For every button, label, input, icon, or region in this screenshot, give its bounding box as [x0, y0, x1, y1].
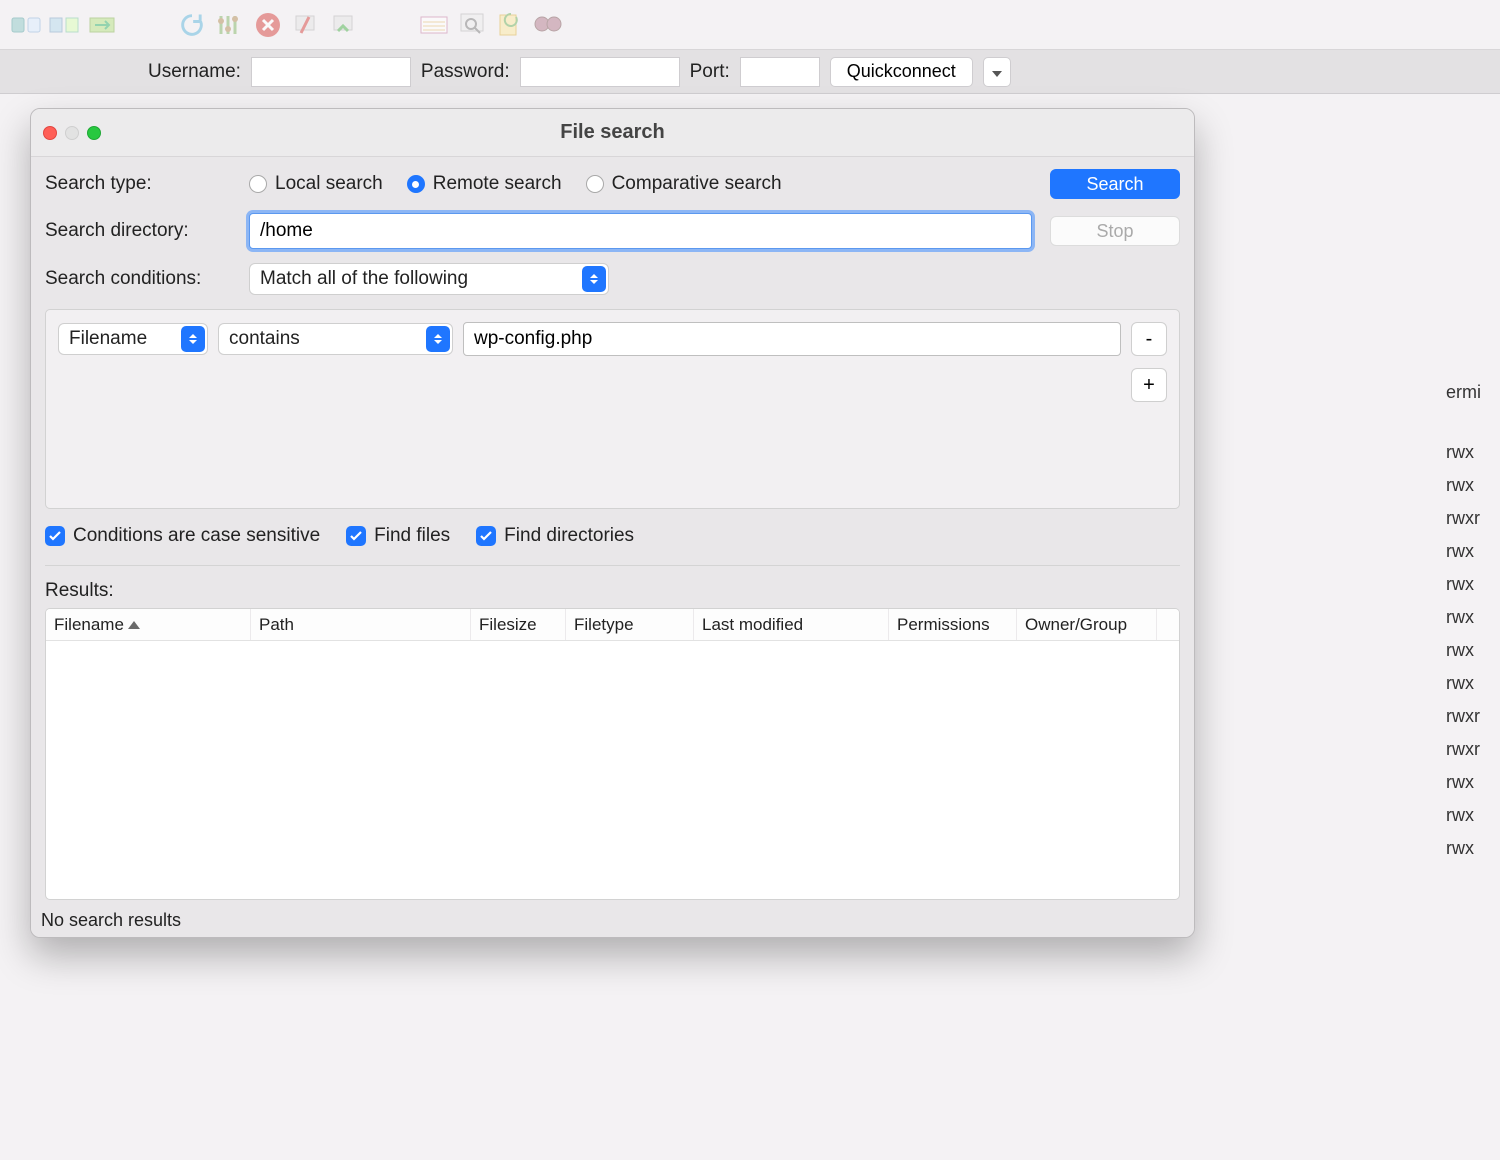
- search-directory-label: Search directory:: [45, 220, 235, 242]
- close-icon[interactable]: [43, 126, 57, 140]
- results-header[interactable]: FilenamePathFilesizeFiletypeLast modifie…: [46, 609, 1179, 641]
- column-filesize[interactable]: Filesize: [471, 609, 566, 640]
- conditions-area: Filename contains - +: [45, 309, 1180, 509]
- radio-comparative-search[interactable]: Comparative search: [586, 173, 782, 195]
- dialog-titlebar[interactable]: File search: [31, 109, 1194, 157]
- column-filetype[interactable]: Filetype: [566, 609, 694, 640]
- search-button[interactable]: Search: [1050, 169, 1180, 199]
- username-input[interactable]: [251, 57, 411, 87]
- port-input[interactable]: [740, 57, 820, 87]
- sync-browse-icon[interactable]: [84, 7, 120, 43]
- compare-icon[interactable]: [46, 7, 82, 43]
- radio-remote-search[interactable]: Remote search: [407, 173, 562, 195]
- quickconnect-bar: Username: Password: Port: Quickconnect: [0, 50, 1500, 94]
- cancel-icon[interactable]: [250, 7, 286, 43]
- minimize-icon[interactable]: [65, 126, 79, 140]
- disconnect-icon[interactable]: [288, 7, 324, 43]
- results-table: FilenamePathFilesizeFiletypeLast modifie…: [45, 608, 1180, 900]
- quickconnect-button[interactable]: Quickconnect: [830, 57, 973, 87]
- sort-asc-icon: [128, 621, 140, 629]
- radio-local-search[interactable]: Local search: [249, 173, 383, 195]
- match-mode-select[interactable]: Match all of the following: [249, 263, 609, 295]
- status-line: No search results: [31, 904, 1194, 937]
- port-label: Port:: [690, 61, 730, 83]
- condition-field-select[interactable]: Filename: [58, 323, 208, 355]
- file-search-dialog: File search Search type: Local search Re…: [30, 108, 1195, 938]
- chevron-updown-icon: [181, 326, 205, 352]
- main-toolbar: [0, 0, 1500, 50]
- chevron-updown-icon: [426, 326, 450, 352]
- search-icon[interactable]: [454, 7, 490, 43]
- refresh-icon[interactable]: [174, 7, 210, 43]
- results-body: [46, 641, 1179, 899]
- column-owner-group[interactable]: Owner/Group: [1017, 609, 1157, 640]
- chevron-updown-icon: [582, 266, 606, 292]
- dialog-title: File search: [560, 121, 665, 144]
- remove-condition-button[interactable]: -: [1131, 322, 1167, 356]
- add-condition-button[interactable]: +: [1131, 368, 1167, 402]
- quickconnect-history-button[interactable]: [983, 57, 1011, 87]
- password-label: Password:: [421, 61, 510, 83]
- checkbox-case-sensitive[interactable]: Conditions are case sensitive: [45, 525, 320, 547]
- username-label: Username:: [148, 61, 241, 83]
- results-label: Results:: [45, 580, 1180, 602]
- condition-value-input[interactable]: [463, 322, 1121, 356]
- search-directory-input[interactable]: [249, 213, 1032, 249]
- condition-operator-select[interactable]: contains: [218, 323, 453, 355]
- column-permissions[interactable]: Permissions: [889, 609, 1017, 640]
- process-icon[interactable]: [492, 7, 528, 43]
- site-manager-icon[interactable]: [8, 7, 44, 43]
- checkbox-find-files[interactable]: Find files: [346, 525, 450, 547]
- column-path[interactable]: Path: [251, 609, 471, 640]
- queue-icon[interactable]: [416, 7, 452, 43]
- search-type-label: Search type:: [45, 173, 235, 195]
- reconnect-icon[interactable]: [326, 7, 362, 43]
- password-input[interactable]: [520, 57, 680, 87]
- bg-perm-fragment: rwxrwxrwxrrwxrwxrwxrwxrwxrwxrrwxrrwxrwxr…: [1446, 436, 1500, 865]
- filters-icon[interactable]: [212, 7, 248, 43]
- search-conditions-label: Search conditions:: [45, 268, 235, 290]
- stop-button: Stop: [1050, 216, 1180, 246]
- zoom-icon[interactable]: [87, 126, 101, 140]
- find-icon[interactable]: [530, 7, 566, 43]
- checkbox-find-directories[interactable]: Find directories: [476, 525, 634, 547]
- column-last-modified[interactable]: Last modified: [694, 609, 889, 640]
- bg-perm-header-fragment: ermi: [1446, 378, 1500, 406]
- column-filename[interactable]: Filename: [46, 609, 251, 640]
